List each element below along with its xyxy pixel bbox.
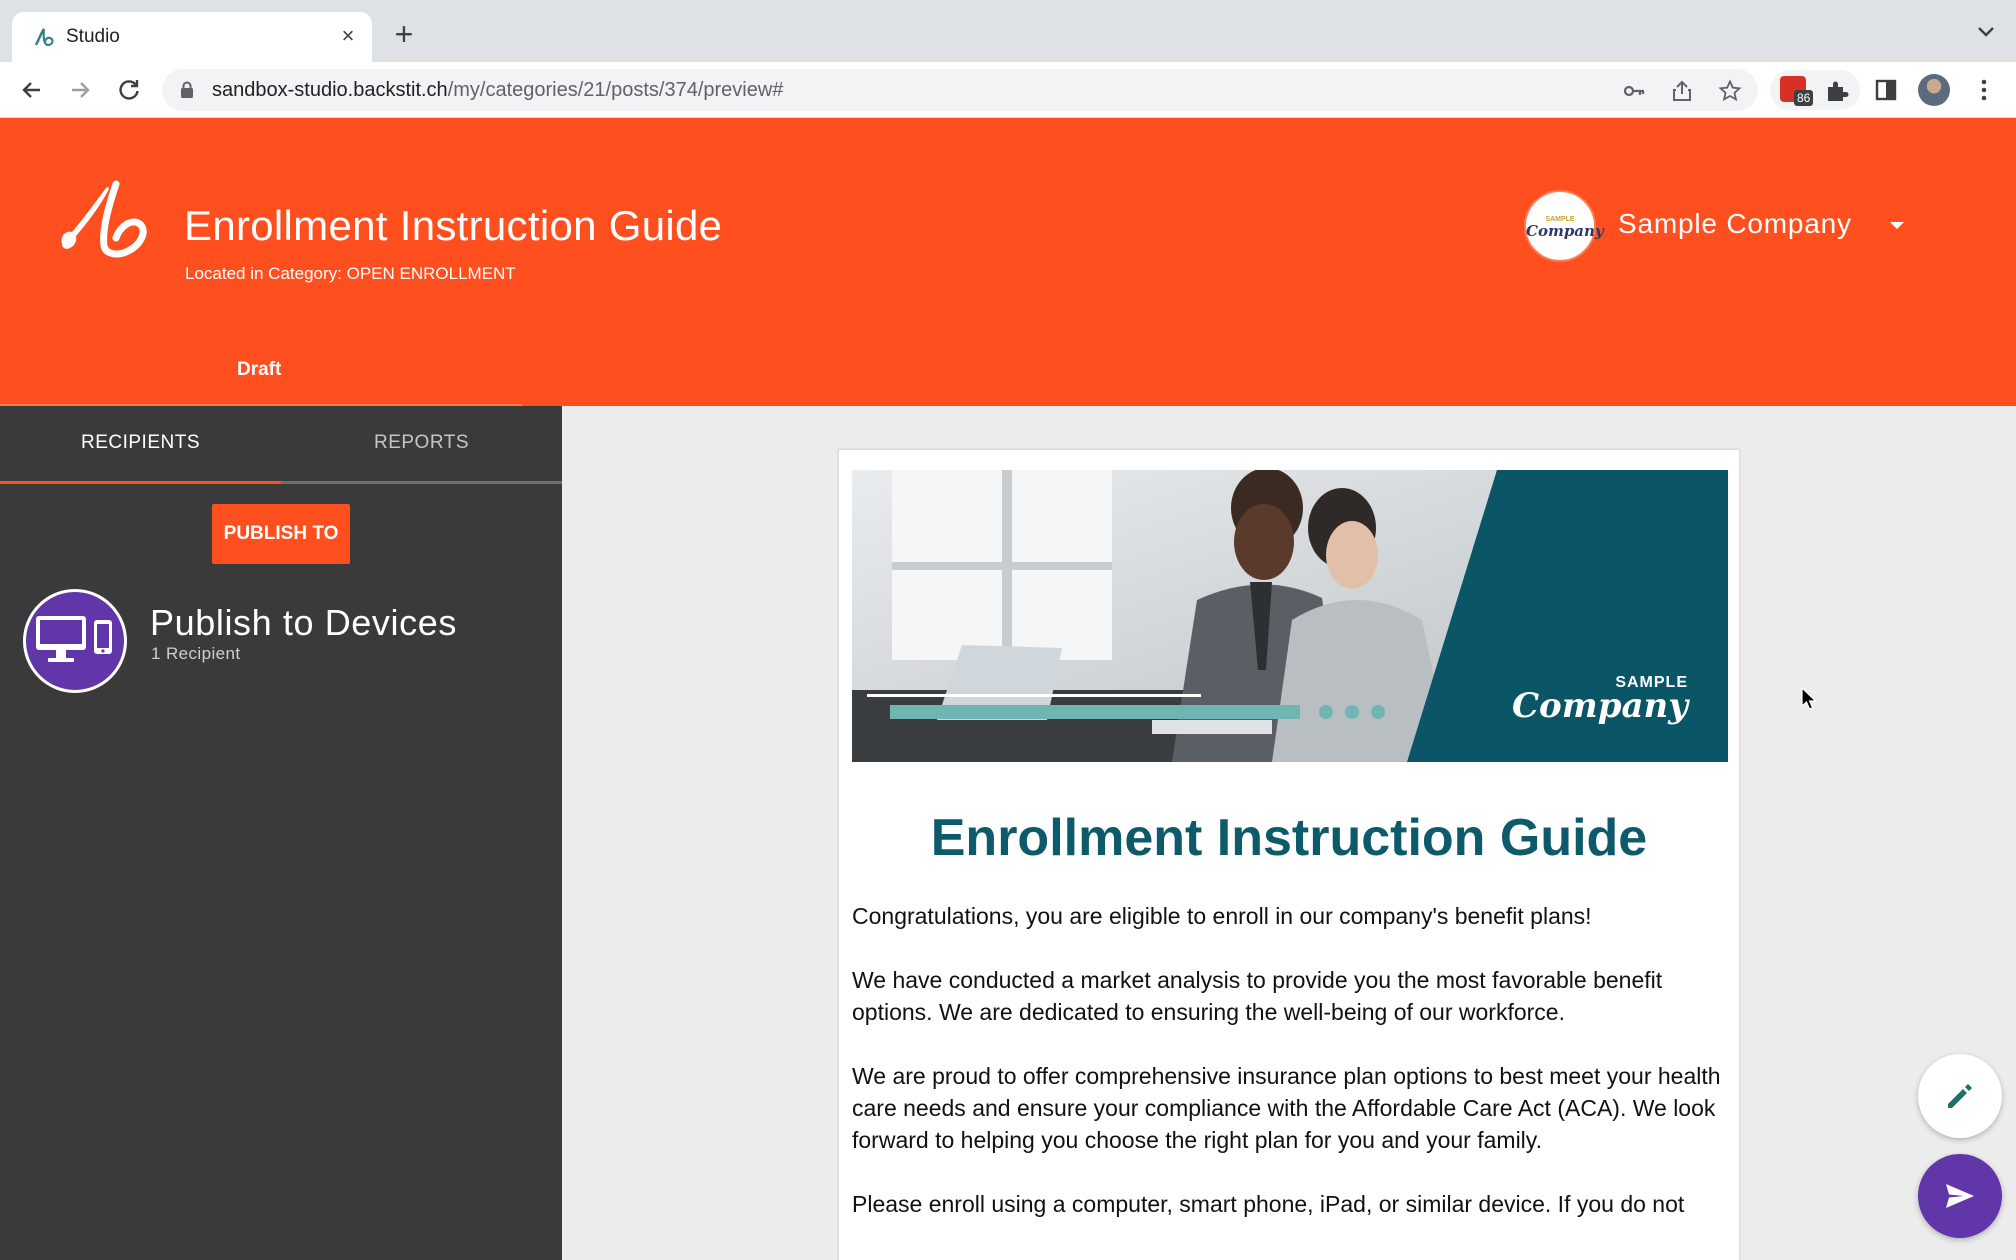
post-preview-area: SAMPLE Company Enrollment Instruction Gu…: [562, 406, 2016, 1260]
profile-avatar[interactable]: [1918, 74, 1950, 106]
tab-reports[interactable]: REPORTS: [281, 432, 562, 454]
tab-search-chevron-icon[interactable]: [1976, 24, 1996, 40]
browser-menu-icon[interactable]: [1970, 76, 1998, 104]
devices-icon[interactable]: [23, 589, 127, 693]
left-panel: RECIPIENTS REPORTS PUBLISH TO Publish to…: [0, 406, 562, 1260]
app-header: Enrollment Instruction Guide Located in …: [0, 118, 2016, 406]
active-tab-indicator: [0, 481, 281, 484]
reload-icon[interactable]: [115, 76, 143, 104]
company-logo-main-text: Company: [1526, 222, 1604, 240]
browser-tabstrip: Studio × +: [0, 0, 2016, 62]
forward-arrow-icon[interactable]: [66, 76, 94, 104]
extension-badge: 86: [1794, 90, 1814, 106]
tab-title: Studio: [66, 26, 120, 47]
tab-recipients[interactable]: RECIPIENTS: [0, 432, 281, 454]
url-text[interactable]: sandbox-studio.backstit.ch/my/categories…: [212, 79, 783, 102]
status-tab-draft[interactable]: Draft: [0, 356, 522, 406]
send-icon: [1946, 1184, 1974, 1208]
pencil-icon: [1948, 1084, 1972, 1108]
hero-image: SAMPLE Company: [852, 470, 1728, 762]
extension-area: 86: [1770, 70, 1860, 110]
channel-recipient-count: 1 Recipient: [151, 644, 241, 663]
post-title: Enrollment Instruction Guide: [184, 202, 723, 249]
send-post-button[interactable]: [1918, 1154, 2002, 1238]
hero-logo-main-text: Company: [1512, 686, 1688, 726]
backstitch-logo-icon[interactable]: [56, 178, 156, 258]
side-panel-icon[interactable]: [1872, 76, 1900, 104]
monitor-phone-icon: [36, 616, 112, 662]
post-document: SAMPLE Company Enrollment Instruction Gu…: [838, 449, 1740, 1260]
body-paragraph: We are proud to offer comprehensive insu…: [852, 1063, 1721, 1153]
key-icon[interactable]: [1622, 79, 1646, 103]
company-dropdown-caret-icon[interactable]: [1890, 222, 1904, 229]
publish-to-button[interactable]: PUBLISH TO: [212, 504, 350, 564]
channel-title[interactable]: Publish to Devices: [150, 602, 457, 644]
url-host: sandbox-studio.backstit.ch: [212, 79, 448, 101]
address-bar[interactable]: sandbox-studio.backstit.ch/my/categories…: [162, 69, 1758, 111]
category-location: Located in Category: OPEN ENROLLMENT: [185, 264, 516, 283]
share-icon[interactable]: [1670, 79, 1694, 103]
new-tab-icon[interactable]: +: [390, 18, 418, 50]
tab-close-icon[interactable]: ×: [336, 24, 360, 48]
document-title: Enrollment Instruction Guide: [930, 809, 1648, 867]
url-path: /my/categories/21/posts/374/preview#: [447, 79, 784, 101]
hero-company-logo: SAMPLE Company: [1512, 674, 1688, 726]
company-avatar[interactable]: SAMPLE Company: [1524, 190, 1604, 262]
bookmark-star-icon[interactable]: [1718, 79, 1742, 103]
document-body: Congratulations, you are eligible to enr…: [852, 900, 1732, 1252]
status-tab-label: Draft: [237, 359, 282, 380]
panel-tabs: RECIPIENTS REPORTS: [0, 406, 562, 484]
extensions-puzzle-icon[interactable]: [1824, 78, 1850, 104]
body-paragraph: Congratulations, you are eligible to enr…: [852, 903, 1592, 929]
browser-tab[interactable]: Studio ×: [12, 12, 372, 62]
lock-icon[interactable]: [180, 81, 194, 99]
body-paragraph: Please enroll using a computer, smart ph…: [852, 1191, 1685, 1217]
edit-post-button[interactable]: [1918, 1054, 2002, 1138]
studio-favicon-icon: [34, 28, 54, 47]
browser-toolbar: sandbox-studio.backstit.ch/my/categories…: [0, 62, 2016, 118]
body-paragraph: We have conducted a market analysis to p…: [852, 967, 1663, 1025]
back-arrow-icon[interactable]: [18, 76, 46, 104]
mouse-cursor-icon: [1801, 686, 1817, 710]
company-name[interactable]: Sample Company: [1618, 208, 1852, 240]
